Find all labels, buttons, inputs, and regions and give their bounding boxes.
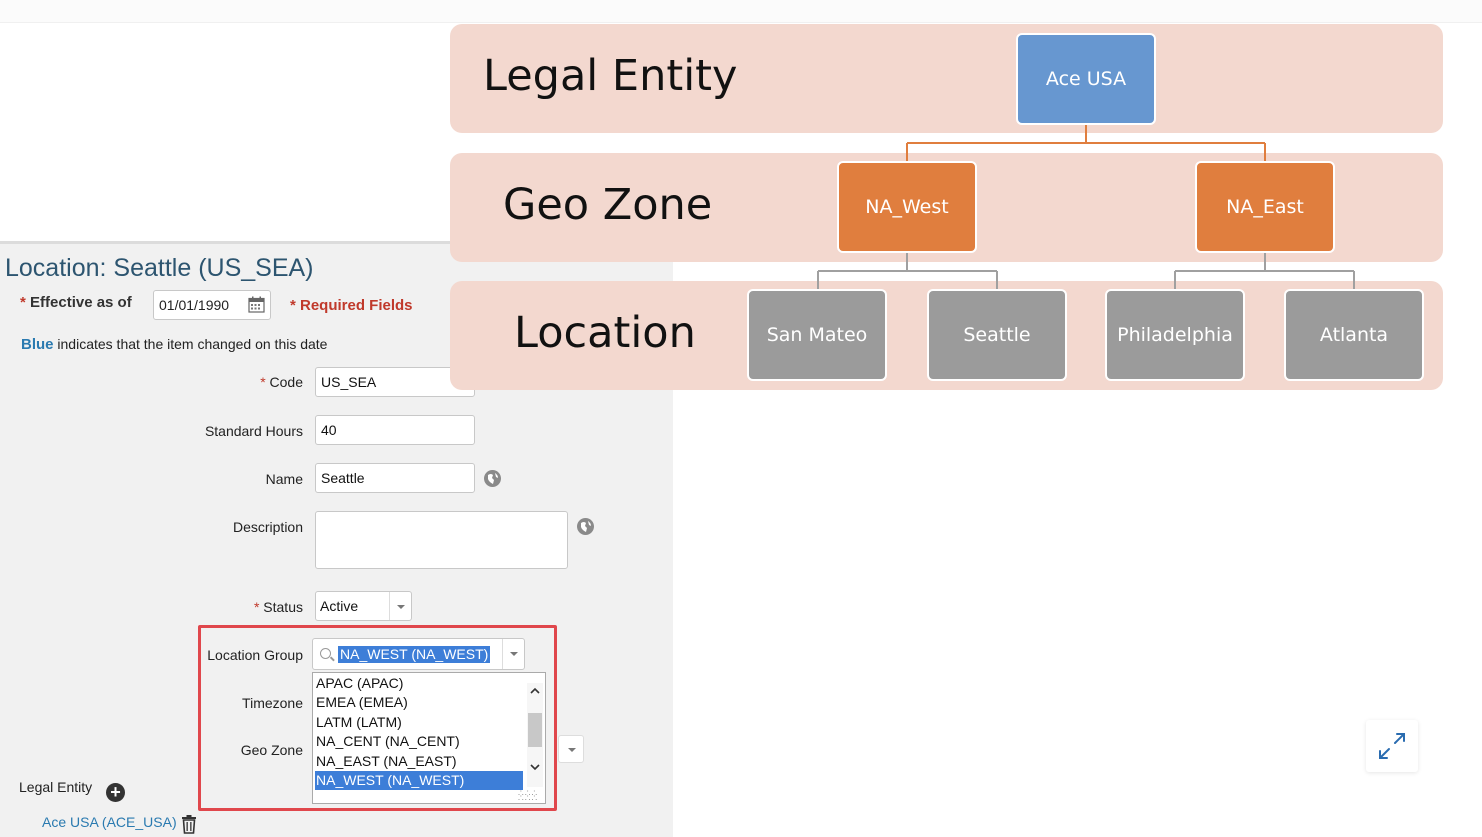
expand-icon xyxy=(1379,733,1405,759)
node-atlanta: Atlanta xyxy=(1284,289,1424,381)
connector-gray xyxy=(817,253,1355,290)
node-philadelphia: Philadelphia xyxy=(1105,289,1245,381)
node-ace-usa: Ace USA xyxy=(1016,33,1156,125)
org-chart-connectors xyxy=(817,125,1355,290)
expand-button[interactable] xyxy=(1366,720,1418,772)
node-na-west: NA_West xyxy=(837,161,977,253)
node-na-east: NA_East xyxy=(1195,161,1335,253)
connector-orange xyxy=(906,125,1266,162)
node-san-mateo: San Mateo xyxy=(747,289,887,381)
node-seattle: Seattle xyxy=(927,289,1067,381)
